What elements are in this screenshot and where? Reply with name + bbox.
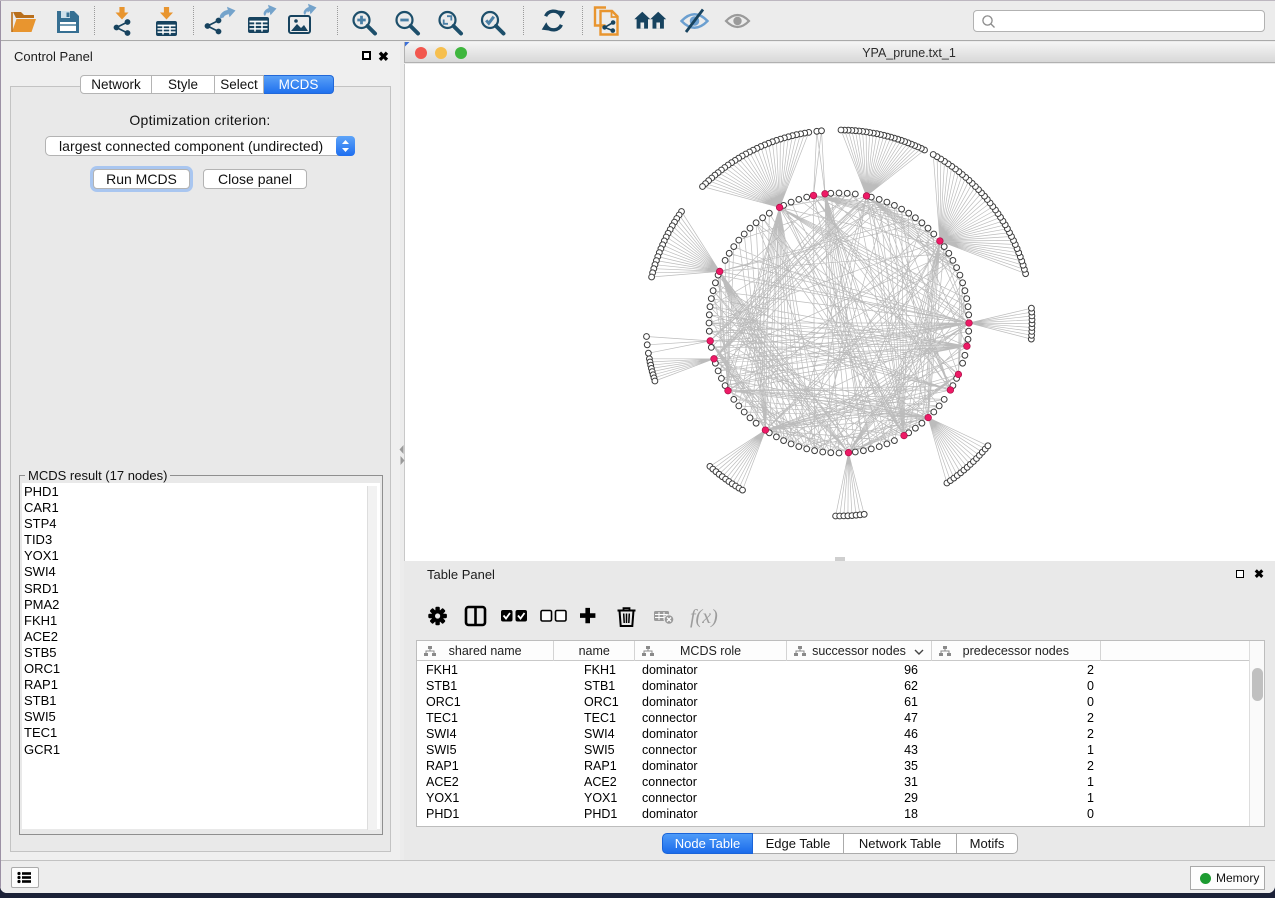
svg-text:f(x): f(x) bbox=[690, 606, 718, 628]
